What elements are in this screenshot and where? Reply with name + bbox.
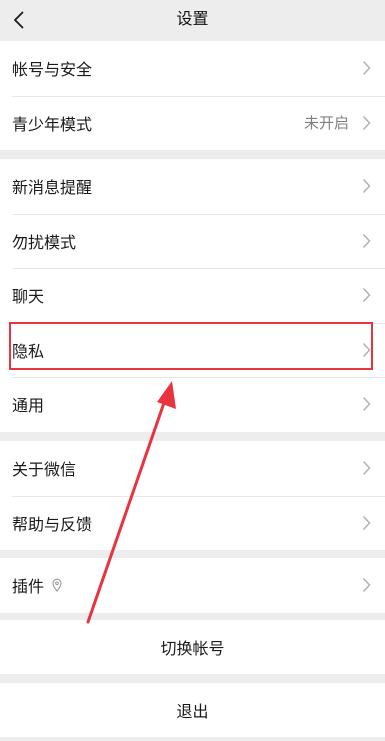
settings-item-help-feedback[interactable]: 帮助与反馈 <box>0 495 385 551</box>
settings-item-privacy[interactable]: 隐私 <box>0 322 385 378</box>
chevron-right-icon <box>362 115 371 130</box>
chevron-right-icon <box>362 61 371 76</box>
settings-item-message-notifications[interactable]: 新消息提醒 <box>0 159 385 214</box>
settings-item-label: 插件 <box>12 577 45 597</box>
settings-item-label: 青少年模式 <box>12 114 93 134</box>
settings-group-account: 帐号与安全 青少年模式 未开启 <box>0 41 385 150</box>
settings-item-chat[interactable]: 聊天 <box>0 268 385 323</box>
logout-label: 退出 <box>176 702 209 721</box>
chevron-right-icon <box>362 179 371 194</box>
chevron-right-icon <box>362 288 371 303</box>
settings-item-value: 未开启 <box>303 114 349 133</box>
switch-account-button[interactable]: 切换帐号 <box>0 620 385 674</box>
location-pin-icon <box>52 578 62 593</box>
chevron-left-icon <box>13 11 23 29</box>
settings-group-plugins: 插件 <box>0 558 385 613</box>
settings-item-label: 新消息提醒 <box>12 178 93 198</box>
settings-group-about: 关于微信 帮助与反馈 <box>0 441 385 550</box>
settings-item-label: 通用 <box>12 396 45 416</box>
chevron-right-icon <box>362 397 371 412</box>
settings-item-general[interactable]: 通用 <box>0 377 385 432</box>
chevron-right-icon <box>362 461 371 476</box>
chevron-right-icon <box>362 342 371 357</box>
settings-item-label: 勿扰模式 <box>12 232 77 252</box>
page-title: 设置 <box>176 9 209 28</box>
switch-account-label: 切换帐号 <box>160 639 225 658</box>
settings-item-label: 关于微信 <box>12 460 77 480</box>
chevron-right-icon <box>362 515 371 530</box>
chevron-right-icon <box>362 233 371 248</box>
back-button[interactable] <box>2 0 34 40</box>
settings-item-label: 聊天 <box>12 287 45 307</box>
settings-item-account-security[interactable]: 帐号与安全 <box>0 41 385 96</box>
chevron-right-icon <box>362 578 371 593</box>
nav-bar: 设置 <box>0 0 385 40</box>
settings-item-plugins[interactable]: 插件 <box>0 558 385 613</box>
settings-item-label: 帮助与反馈 <box>12 514 93 534</box>
settings-item-youth-mode[interactable]: 青少年模式 未开启 <box>0 95 385 151</box>
settings-item-label: 帐号与安全 <box>12 60 93 80</box>
settings-item-do-not-disturb[interactable]: 勿扰模式 <box>0 213 385 269</box>
settings-item-about-wechat[interactable]: 关于微信 <box>0 441 385 496</box>
settings-group-general: 新消息提醒 勿扰模式 聊天 隐私 通用 <box>0 159 385 432</box>
settings-item-label: 隐私 <box>12 341 45 361</box>
logout-button[interactable]: 退出 <box>0 683 385 737</box>
